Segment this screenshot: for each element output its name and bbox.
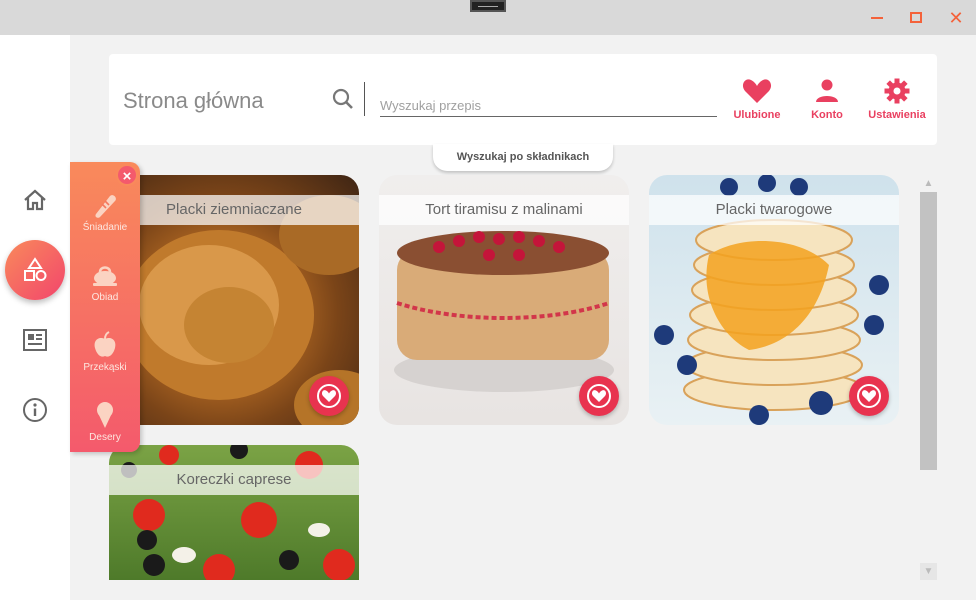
category-label: Śniadanie xyxy=(82,222,128,233)
person-icon xyxy=(816,79,838,102)
heart-icon xyxy=(587,384,611,408)
minimize-icon xyxy=(871,17,883,19)
search-input[interactable] xyxy=(380,95,717,117)
heart-icon xyxy=(742,79,772,103)
recipe-card[interactable]: Koreczki caprese xyxy=(109,445,359,580)
category-flyout: Śniadanie Obiad Przekąski Desery xyxy=(70,162,140,452)
recipe-title: Koreczki caprese xyxy=(109,465,359,495)
close-flyout-button[interactable]: × xyxy=(116,164,138,186)
close-icon: × xyxy=(122,168,132,185)
minimize-button[interactable] xyxy=(866,7,888,29)
favorite-toggle[interactable] xyxy=(579,376,619,416)
favorite-toggle[interactable] xyxy=(849,376,889,416)
settings-button[interactable]: Ustawienia xyxy=(862,78,932,121)
recipe-title: Placki ziemniaczane xyxy=(109,195,359,225)
scrollbar-thumb[interactable] xyxy=(920,192,937,470)
maximize-button[interactable] xyxy=(905,7,927,29)
recipe-book-icon[interactable] xyxy=(22,327,48,353)
search-divider xyxy=(364,82,365,116)
search-icon[interactable] xyxy=(331,87,355,111)
title-bar: ✕ xyxy=(0,0,976,35)
sidebar xyxy=(0,35,70,600)
favorite-toggle[interactable] xyxy=(309,376,349,416)
drag-handle[interactable] xyxy=(470,0,506,12)
apple-icon xyxy=(94,331,116,357)
shapes-icon xyxy=(24,257,47,281)
scroll-up-button[interactable]: ▲ xyxy=(920,175,937,192)
close-window-button[interactable]: ✕ xyxy=(945,7,967,29)
info-icon[interactable] xyxy=(22,397,48,423)
category-snacks[interactable]: Przekąski xyxy=(70,330,140,373)
account-button[interactable]: Konto xyxy=(792,78,862,121)
bread-icon xyxy=(95,195,116,218)
category-breakfast[interactable]: Śniadanie xyxy=(70,190,140,233)
close-icon: ✕ xyxy=(948,8,964,28)
favorites-label: Ulubione xyxy=(733,109,781,121)
heart-icon xyxy=(317,384,341,408)
recipe-card[interactable]: Placki ziemniaczane xyxy=(109,175,359,425)
favorites-button[interactable]: Ulubione xyxy=(722,78,792,121)
account-label: Konto xyxy=(811,109,843,121)
maximize-icon xyxy=(910,12,922,23)
category-dinner[interactable]: Obiad xyxy=(70,260,140,303)
page-title: Strona główna xyxy=(123,88,264,113)
scroll-down-button[interactable]: ▼ xyxy=(920,563,937,580)
category-label: Obiad xyxy=(91,292,119,303)
gear-icon xyxy=(884,78,910,104)
category-desserts[interactable]: Desery xyxy=(70,400,140,443)
category-label: Desery xyxy=(89,432,121,443)
recipe-card[interactable]: Tort tiramisu z malinami xyxy=(379,175,629,425)
recipe-title: Placki twarogowe xyxy=(649,195,899,225)
recipe-card[interactable]: Placki twarogowe xyxy=(649,175,899,425)
ice-cream-icon xyxy=(97,402,113,428)
heart-icon xyxy=(857,384,881,408)
settings-label: Ustawienia xyxy=(868,109,926,121)
header: Strona główna Ulubione Konto xyxy=(109,54,937,145)
home-icon[interactable] xyxy=(22,187,48,213)
roast-chicken-icon xyxy=(93,266,117,286)
category-label: Przekąski xyxy=(83,362,127,373)
categories-nav-button[interactable] xyxy=(5,240,65,300)
recipe-title: Tort tiramisu z malinami xyxy=(379,195,629,225)
ingredient-search-tab[interactable]: Wyszukaj po składnikach xyxy=(433,144,613,171)
